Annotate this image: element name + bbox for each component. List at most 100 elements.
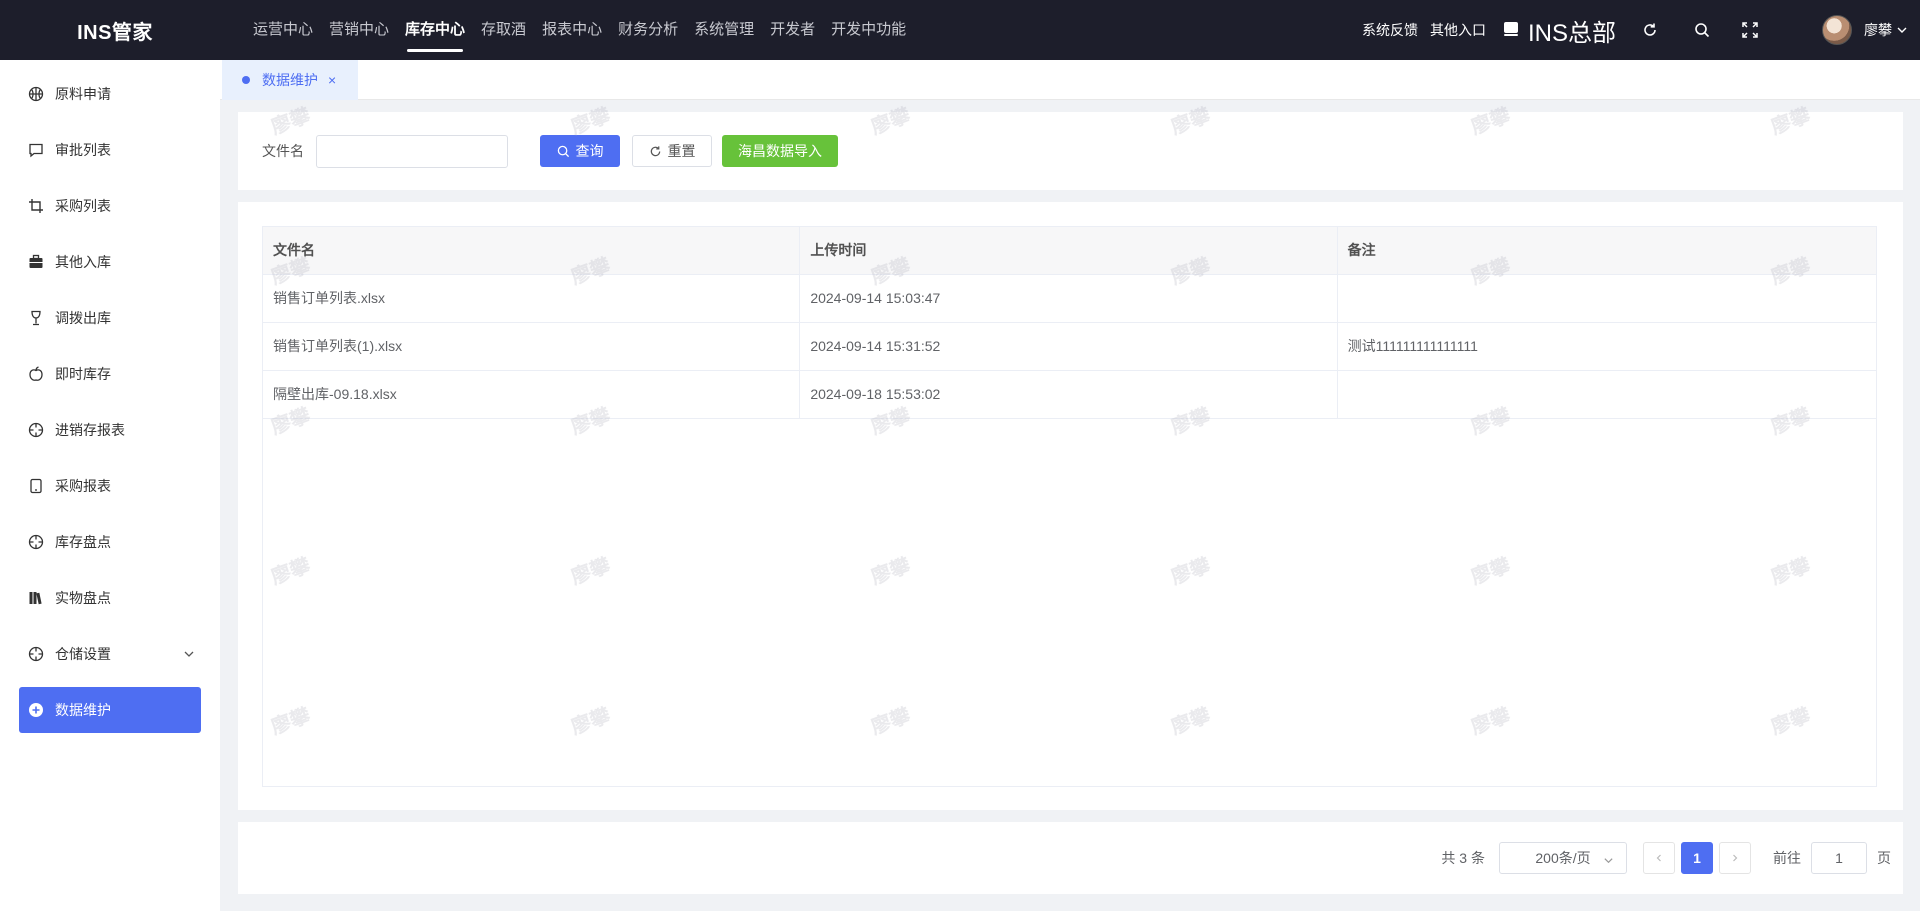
close-icon[interactable]: ×: [328, 72, 336, 88]
table-row[interactable]: 销售订单列表.xlsx 2024-09-14 15:03:47: [263, 275, 1876, 323]
sidebar-item-stock-take[interactable]: 库存盘点: [19, 519, 201, 565]
aim-icon: [27, 645, 45, 663]
nav-item-inventory[interactable]: 库存中心: [397, 0, 473, 60]
cell-remark: [1338, 371, 1876, 419]
refresh-icon[interactable]: [1640, 20, 1660, 40]
table-row[interactable]: 隔壁出库-09.18.xlsx 2024-09-18 15:53:02: [263, 371, 1876, 419]
table-header: 文件名 上传时间 备注: [263, 227, 1876, 275]
tab-data-maintenance[interactable]: 数据维护 ×: [222, 60, 358, 100]
pagination-panel: 共 3 条 200条/页 1 前往 页: [238, 822, 1903, 894]
sidebar-item-label: 调拨出库: [55, 310, 111, 326]
cell-upload-time: 2024-09-14 15:31:52: [800, 323, 1338, 371]
chevron-left-icon: [1654, 850, 1664, 866]
basketball-icon: [27, 85, 45, 103]
sidebar-item-data-maintenance[interactable]: 数据维护: [19, 687, 201, 733]
tab-label: 数据维护: [262, 72, 318, 88]
tablet-icon: [27, 477, 45, 495]
store-name: INS总部: [1527, 19, 1616, 47]
sidebar-item-purchase-report[interactable]: 采购报表: [19, 463, 201, 509]
sidebar-item-label: 库存盘点: [55, 534, 111, 550]
query-label: 查询: [575, 143, 604, 159]
avatar[interactable]: [1822, 15, 1852, 45]
sidebar-item-other-inbound[interactable]: 其他入库: [19, 239, 201, 285]
page-size-value: 200条/页: [1535, 850, 1591, 866]
chevron-down-icon[interactable]: [183, 647, 195, 663]
files-table: 文件名 上传时间 备注 销售订单列表.xlsx 2024-09-14 15:03…: [262, 226, 1877, 787]
sidebar-item-inventory-report[interactable]: 进销存报表: [19, 407, 201, 453]
sidebar-item-label: 数据维护: [55, 702, 111, 718]
sidebar-item-approval-list[interactable]: 审批列表: [19, 127, 201, 173]
cell-remark: 测试111111111111111: [1347, 338, 1478, 354]
sidebar-item-label: 其他入库: [55, 254, 111, 270]
nav-item-marketing[interactable]: 营销中心: [321, 0, 397, 60]
apple-icon: [27, 365, 45, 383]
search-icon: [557, 145, 570, 158]
refresh-icon: [649, 145, 662, 158]
reset-button[interactable]: 重置: [632, 135, 712, 167]
table-row[interactable]: 销售订单列表(1).xlsx 2024-09-14 15:31:52 测试111…: [263, 323, 1876, 371]
nav-item-in-development[interactable]: 开发中功能: [823, 0, 914, 60]
haichang-import-button[interactable]: 海昌数据导入: [722, 135, 838, 167]
sidebar-item-label: 审批列表: [55, 142, 111, 158]
cell-filename: 隔壁出库-09.18.xlsx: [263, 371, 801, 419]
header-filename[interactable]: 文件名: [263, 227, 801, 275]
sidebar-item-physical-count[interactable]: 实物盘点: [19, 575, 201, 621]
username[interactable]: 廖攀: [1864, 20, 1892, 40]
books-icon: [27, 589, 45, 607]
sidebar-item-purchase-list[interactable]: 采购列表: [19, 183, 201, 229]
reset-label: 重置: [667, 143, 696, 159]
query-button[interactable]: 查询: [540, 135, 620, 167]
sidebar-item-label: 进销存报表: [55, 422, 125, 438]
next-page-button[interactable]: [1719, 842, 1751, 874]
sidebar-item-label: 采购报表: [55, 478, 111, 494]
cell-upload-time: 2024-09-18 15:53:02: [800, 371, 1338, 419]
sidebar-item-label: 原料申请: [55, 86, 111, 102]
feedback-link[interactable]: 系统反馈: [1362, 20, 1418, 40]
store-switcher[interactable]: INS总部: [1502, 13, 1616, 48]
chevron-down-icon[interactable]: [1896, 24, 1908, 36]
cell-upload-time: 2024-09-14 15:03:47: [800, 275, 1338, 323]
goblet-icon: [27, 309, 45, 327]
sidebar-item-material-request[interactable]: 原料申请: [19, 71, 201, 117]
sidebar: 原料申请 审批列表 采购列表 其他入库 调拨出库 即时库存 进销存报表 采购报表…: [0, 60, 220, 911]
goto-label: 前往: [1773, 850, 1801, 866]
active-dot-icon: [242, 76, 250, 84]
chevron-down-icon: [1603, 853, 1614, 869]
crop-icon: [27, 197, 45, 215]
header-remark[interactable]: 备注: [1338, 227, 1876, 275]
sidebar-item-warehouse-settings[interactable]: 仓储设置: [19, 631, 201, 677]
prev-page-button[interactable]: [1643, 842, 1675, 874]
nav-item-reports[interactable]: 报表中心: [534, 0, 610, 60]
app-logo[interactable]: INS管家: [0, 16, 230, 45]
chat-icon: [27, 141, 45, 159]
search-icon[interactable]: [1692, 20, 1712, 40]
aim-icon: [27, 533, 45, 551]
page-suffix: 页: [1877, 850, 1891, 866]
sidebar-item-label: 即时库存: [55, 366, 111, 382]
sidebar-item-transfer-outbound[interactable]: 调拨出库: [19, 295, 201, 341]
other-entry-link[interactable]: 其他入口: [1430, 20, 1486, 40]
plus-circle-icon: [27, 701, 45, 719]
total-count: 共 3 条: [1441, 850, 1485, 866]
nav-item-operations[interactable]: 运营中心: [245, 0, 321, 60]
nav-item-developer[interactable]: 开发者: [762, 0, 823, 60]
filename-input[interactable]: [316, 134, 508, 168]
table-panel: 文件名 上传时间 备注 销售订单列表.xlsx 2024-09-14 15:03…: [238, 202, 1903, 810]
aim-icon: [27, 421, 45, 439]
briefcase-icon: [27, 253, 45, 271]
filename-label: 文件名: [262, 143, 304, 159]
header-right: 系统反馈 其他入口 INS总部 廖攀: [1362, 0, 1920, 60]
nav-item-finance[interactable]: 财务分析: [610, 0, 686, 60]
nav-item-system[interactable]: 系统管理: [686, 0, 762, 60]
top-nav: 运营中心 营销中心 库存中心 存取酒 报表中心 财务分析 系统管理 开发者 开发…: [245, 0, 914, 60]
sidebar-item-realtime-stock[interactable]: 即时库存: [19, 351, 201, 397]
sidebar-item-label: 采购列表: [55, 198, 111, 214]
header-upload-time[interactable]: 上传时间: [800, 227, 1338, 275]
page-number-button[interactable]: 1: [1681, 842, 1713, 874]
nav-item-wine-storage[interactable]: 存取酒: [473, 0, 534, 60]
sidebar-item-label: 仓储设置: [55, 646, 111, 662]
goto-page-input[interactable]: [1811, 842, 1867, 874]
fullscreen-icon[interactable]: [1740, 20, 1760, 40]
page-size-select[interactable]: 200条/页: [1499, 842, 1627, 874]
cell-remark: [1338, 275, 1876, 323]
